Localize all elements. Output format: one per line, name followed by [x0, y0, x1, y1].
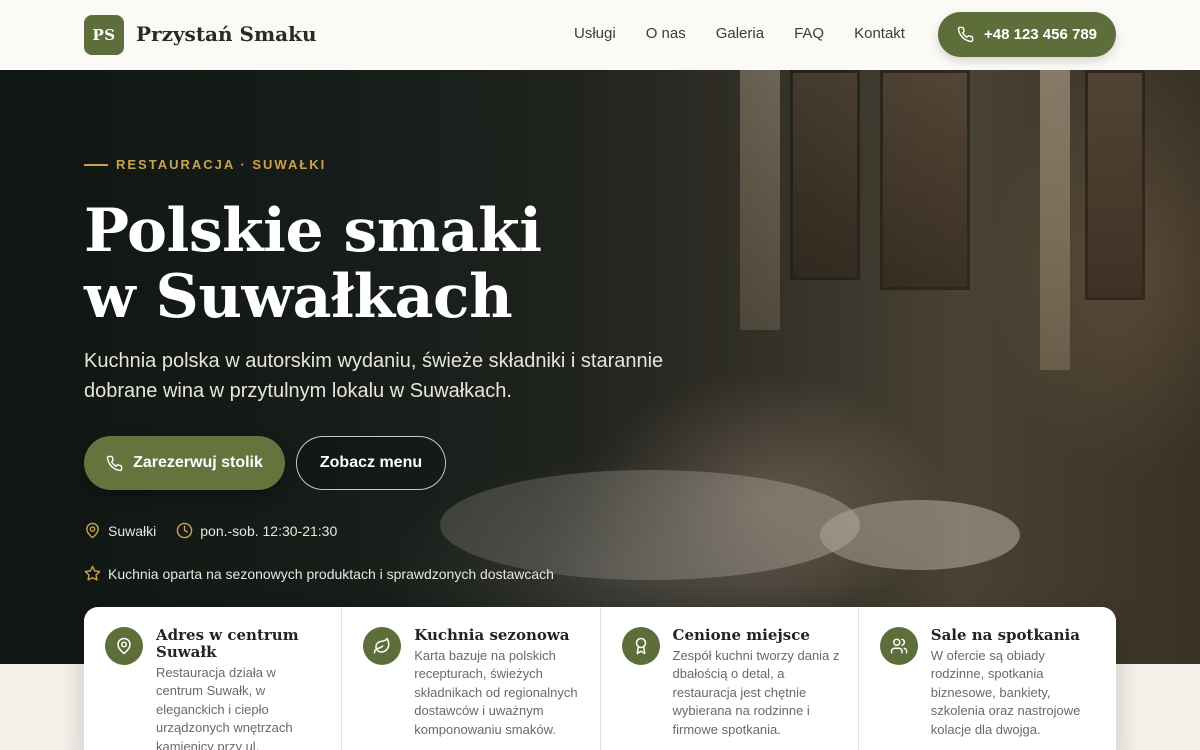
- eyebrow-line: [84, 163, 108, 166]
- main-nav: Usługi O nas Galeria FAQ Kontakt: [574, 25, 935, 42]
- feature-title: Cenione miejsce: [672, 626, 810, 644]
- eyebrow-text: RESTAURACJA · SUWAŁKI: [116, 157, 327, 172]
- nav-link-galeria[interactable]: Galeria: [716, 25, 764, 42]
- brand-name[interactable]: Przystań Smaku: [136, 22, 316, 46]
- location-pin-icon: [117, 637, 131, 655]
- star-icon: [84, 565, 101, 581]
- phone-button[interactable]: +48 123 456 789: [938, 12, 1116, 57]
- phone-icon: [106, 455, 123, 471]
- hero-note-text: Kuchnia oparta na sezonowych produktach …: [108, 565, 554, 582]
- feature-seasonal-cuisine: Kuchnia sezonowa Karta bazuje na polskic…: [342, 607, 601, 750]
- nav-link-faq[interactable]: FAQ: [794, 25, 824, 42]
- hero-title-line2: w Suwałkach: [84, 262, 513, 332]
- nav-link-uslugi[interactable]: Usługi: [574, 25, 616, 42]
- location-info: Suwałki: [84, 522, 156, 539]
- feature-title: Adres w centrum Suwałk: [156, 626, 299, 661]
- users-icon: [890, 638, 908, 654]
- feature-title: Kuchnia sezonowa: [414, 626, 570, 644]
- feature-icon-wrap: [879, 627, 918, 665]
- feature-icon-wrap: [363, 627, 402, 665]
- view-menu-button[interactable]: Zobacz menu: [296, 436, 446, 490]
- feature-icon-wrap: [621, 627, 660, 665]
- nav-link-o-nas[interactable]: O nas: [646, 25, 686, 42]
- phone-number: +48 123 456 789: [983, 26, 1098, 43]
- hero-section: RESTAURACJA · SUWAŁKI Polskie smaki w Su…: [0, 70, 1200, 664]
- feature-text: Zespół kuchni tworzy dania z dbałością o…: [672, 648, 840, 737]
- nav-link-kontakt[interactable]: Kontakt: [854, 25, 905, 42]
- site-header: PS Przystań Smaku Usługi O nas Galeria F…: [0, 0, 1200, 70]
- award-icon: [635, 637, 646, 655]
- hero-note: Kuchnia oparta na sezonowych produktach …: [84, 565, 554, 582]
- feature-meeting-rooms: Sale na spotkania W ofercie są obiady ro…: [859, 607, 1116, 750]
- feature-title: Sale na spotkania: [930, 626, 1080, 644]
- hero-lead: Kuchnia polska w autorskim wydaniu, świe…: [84, 350, 664, 402]
- features-card: Adres w centrum Suwałk Restauracja dział…: [84, 607, 1116, 750]
- leaf-icon: [374, 637, 390, 654]
- feature-address: Adres w centrum Suwałk Restauracja dział…: [84, 607, 343, 750]
- phone-icon: [957, 26, 974, 43]
- reserve-table-label: Zarezerwuj stolik: [133, 454, 263, 471]
- reserve-table-button[interactable]: Zarezerwuj stolik: [84, 436, 285, 490]
- hero-title: Polskie smaki w Suwałkach: [84, 198, 684, 330]
- feature-text: Restauracja działa w centrum Suwałk, w e…: [156, 665, 293, 750]
- hero-meta: Suwałki pon.-sob. 12:30-21:30: [84, 522, 357, 539]
- clock-icon: [176, 522, 193, 539]
- feature-valued-place: Cenione miejsce Zespół kuchni tworzy dan…: [601, 607, 859, 750]
- location-pin-icon: [86, 522, 99, 539]
- hero-title-line1: Polskie smaki: [84, 196, 542, 266]
- feature-text: Karta bazuje na polskich recepturach, św…: [414, 648, 578, 737]
- feature-text: W ofercie są obiady rodzinne, spotkania …: [930, 648, 1081, 737]
- view-menu-label: Zobacz menu: [319, 454, 423, 471]
- feature-icon-wrap: [105, 627, 143, 665]
- logo[interactable]: PS: [84, 15, 124, 55]
- hours-info: pon.-sob. 12:30-21:30: [176, 522, 337, 539]
- hours-text: pon.-sob. 12:30-21:30: [200, 522, 338, 539]
- hero-eyebrow: RESTAURACJA · SUWAŁKI: [84, 157, 326, 172]
- location-text: Suwałki: [108, 522, 157, 539]
